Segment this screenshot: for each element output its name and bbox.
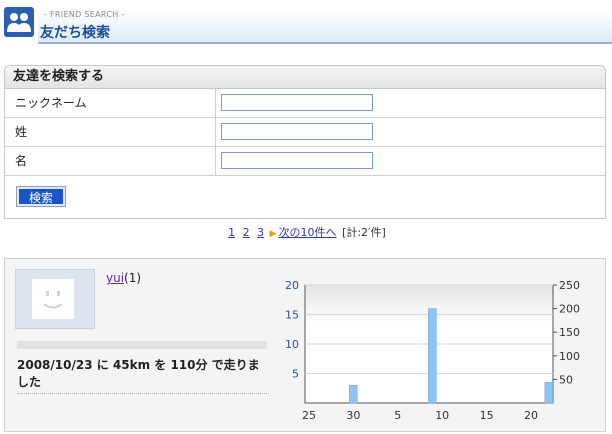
y-right-tick-label: 200 [559, 303, 580, 316]
pagination: 1 2 3 ▶ 次の10件へ [計:2′件] [0, 224, 612, 240]
y-right-tick-label: 150 [559, 326, 580, 339]
x-tick-label: 30 [346, 409, 360, 421]
activity-message: 2008/10/23 に 45km を 110分 で走りました [17, 357, 269, 394]
x-tick-label: 10 [435, 409, 449, 421]
firstname-row: 名 [5, 147, 605, 176]
nickname-input[interactable] [221, 94, 373, 111]
chart-bar [349, 385, 358, 404]
y-left-tick-label: 10 [285, 338, 299, 351]
progress-bar [17, 341, 267, 349]
lastname-label: 姓 [15, 125, 28, 139]
arrow-right-icon: ▶ [269, 229, 277, 239]
result-card: yui(1) 2008/10/23 に 45km を 110分 で走りました 5… [4, 258, 606, 432]
page-link-1[interactable]: 1 [228, 226, 235, 239]
lastname-input[interactable] [221, 123, 373, 140]
field-divider [215, 118, 216, 146]
search-heading: 友達を検索する [5, 66, 605, 89]
page-link-2[interactable]: 2 [243, 226, 250, 239]
lastname-row: 姓 [5, 118, 605, 147]
activity-chart: 5 10 15 20 50 100 150 200 250 25 30 5 10 15 20 [285, 279, 580, 421]
y-right-tick-label: 50 [559, 373, 573, 386]
user-count: (1) [124, 271, 142, 285]
x-tick-label: 15 [480, 409, 494, 421]
chart-bar [428, 308, 437, 404]
user-name: yui(1) [106, 271, 141, 285]
y-left-tick-label: 20 [285, 279, 299, 292]
avatar-face-icon [32, 279, 74, 319]
firstname-input[interactable] [221, 152, 373, 169]
users-icon [4, 7, 34, 37]
nickname-label: ニックネーム [15, 96, 87, 110]
x-tick-label: 5 [394, 409, 401, 421]
next-page-link[interactable]: 次の10件へ [279, 226, 337, 239]
y-right-tick-label: 100 [559, 350, 580, 363]
y-right-tick-label: 250 [559, 279, 580, 292]
x-tick-label: 25 [302, 409, 316, 421]
page-title: 友だち検索 [40, 25, 110, 41]
page-link-3[interactable]: 3 [257, 226, 264, 239]
field-divider [215, 89, 216, 117]
firstname-label: 名 [15, 154, 28, 168]
user-name-link[interactable]: yui [106, 271, 124, 285]
chart-bar [544, 382, 554, 404]
y-left-tick-label: 15 [285, 309, 299, 322]
nickname-row: ニックネーム [5, 89, 605, 118]
y-left-tick-label: 5 [292, 368, 299, 381]
total-count: [計:2′件] [342, 226, 386, 239]
x-tick-label: 20 [524, 409, 538, 421]
search-form: 友達を検索する ニックネーム 姓 名 検索 [4, 65, 606, 219]
field-divider [215, 147, 216, 175]
avatar[interactable] [15, 269, 95, 329]
search-button[interactable]: 検索 [16, 186, 66, 207]
page-header: - FRIEND SEARCH - 友だち検索 [0, 0, 612, 44]
header-subtitle: - FRIEND SEARCH - [44, 10, 125, 19]
